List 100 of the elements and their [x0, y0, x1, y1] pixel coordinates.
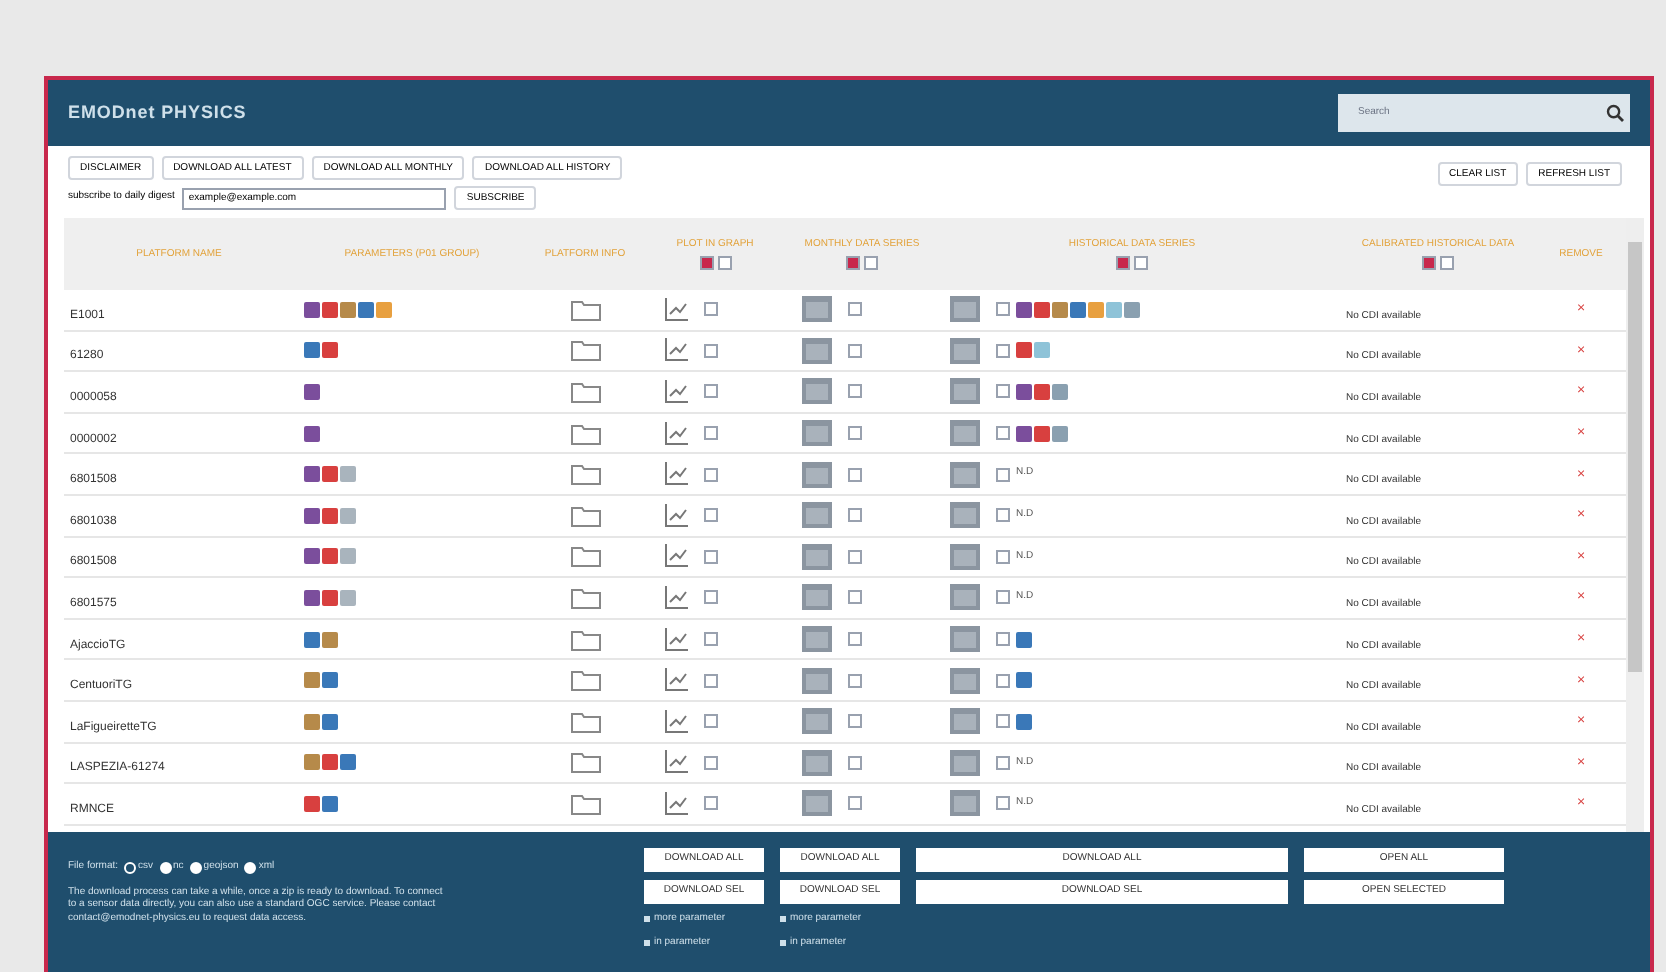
checkbox[interactable]: [996, 590, 1010, 605]
checkbox[interactable]: [704, 590, 718, 605]
checkbox[interactable]: [848, 302, 862, 317]
folder-icon[interactable]: [569, 544, 601, 569]
folder-icon[interactable]: [569, 668, 601, 693]
checkbox[interactable]: [848, 508, 862, 523]
table-icon[interactable]: [802, 626, 832, 653]
table-icon[interactable]: [950, 337, 980, 364]
checkbox[interactable]: [704, 673, 718, 688]
table-icon[interactable]: [950, 296, 980, 323]
checkbox[interactable]: [996, 508, 1010, 523]
table-icon[interactable]: [802, 296, 832, 323]
table-icon[interactable]: [802, 749, 832, 776]
table-icon[interactable]: [802, 378, 832, 405]
table-icon[interactable]: [802, 708, 832, 735]
checkbox[interactable]: [848, 590, 862, 605]
checkbox[interactable]: [996, 673, 1010, 688]
line-chart-icon[interactable]: [664, 544, 688, 569]
checkbox[interactable]: [996, 714, 1010, 729]
folder-icon[interactable]: [569, 462, 601, 487]
line-chart-icon[interactable]: [664, 668, 688, 693]
checkbox[interactable]: [704, 632, 718, 647]
checkbox[interactable]: [848, 343, 862, 358]
checkbox[interactable]: [848, 467, 862, 482]
table-icon[interactable]: [950, 543, 980, 570]
radio-button[interactable]: [189, 861, 202, 874]
line-chart-icon[interactable]: [664, 709, 688, 734]
checkbox[interactable]: [846, 255, 860, 270]
line-chart-icon[interactable]: [664, 791, 688, 816]
checkbox[interactable]: [996, 384, 1010, 399]
line-chart-icon[interactable]: [664, 379, 688, 404]
checkbox[interactable]: [704, 467, 718, 482]
table-icon[interactable]: [802, 420, 832, 447]
checkbox[interactable]: [848, 384, 862, 399]
table-icon[interactable]: [802, 790, 832, 817]
checkbox[interactable]: [704, 426, 718, 441]
checkbox[interactable]: [717, 255, 731, 270]
checkbox[interactable]: [996, 755, 1010, 770]
checkbox[interactable]: [704, 755, 718, 770]
checkbox[interactable]: [704, 796, 718, 811]
checkbox[interactable]: [848, 673, 862, 688]
table-icon[interactable]: [802, 543, 832, 570]
table-icon[interactable]: [950, 749, 980, 776]
checkbox[interactable]: [704, 343, 718, 358]
folder-icon[interactable]: [569, 585, 601, 610]
line-chart-icon[interactable]: [664, 338, 688, 363]
line-chart-icon[interactable]: [664, 750, 688, 775]
radio-button[interactable]: [124, 861, 137, 874]
checkbox[interactable]: [704, 714, 718, 729]
table-icon[interactable]: [950, 461, 980, 488]
folder-icon[interactable]: [569, 750, 601, 775]
folder-icon[interactable]: [569, 627, 601, 652]
line-chart-icon[interactable]: [664, 421, 688, 446]
folder-icon[interactable]: [569, 791, 601, 816]
folder-icon[interactable]: [569, 421, 601, 446]
table-icon[interactable]: [950, 378, 980, 405]
checkbox[interactable]: [996, 343, 1010, 358]
checkbox[interactable]: [848, 796, 862, 811]
table-icon[interactable]: [950, 502, 980, 529]
line-chart-icon[interactable]: [664, 627, 688, 652]
table-icon[interactable]: [950, 584, 980, 611]
checkbox[interactable]: [848, 632, 862, 647]
folder-icon[interactable]: [569, 338, 601, 363]
checkbox[interactable]: [1116, 255, 1130, 270]
checkbox[interactable]: [704, 302, 718, 317]
checkbox[interactable]: [704, 384, 718, 399]
table-icon[interactable]: [950, 790, 980, 817]
table-icon[interactable]: [802, 461, 832, 488]
folder-icon[interactable]: [569, 297, 601, 322]
checkbox[interactable]: [848, 426, 862, 441]
search-icon[interactable]: [1606, 104, 1624, 122]
checkbox[interactable]: [704, 549, 718, 564]
checkbox[interactable]: [848, 549, 862, 564]
checkbox[interactable]: [848, 755, 862, 770]
checkbox[interactable]: [1134, 255, 1148, 270]
line-chart-icon[interactable]: [664, 462, 688, 487]
checkbox[interactable]: [864, 255, 878, 270]
table-icon[interactable]: [950, 420, 980, 447]
checkbox[interactable]: [996, 632, 1010, 647]
folder-icon[interactable]: [569, 709, 601, 734]
scrollbar[interactable]: [1626, 218, 1644, 832]
checkbox[interactable]: [699, 255, 713, 270]
line-chart-icon[interactable]: [664, 503, 688, 528]
table-icon[interactable]: [802, 502, 832, 529]
checkbox[interactable]: [996, 302, 1010, 317]
checkbox[interactable]: [996, 426, 1010, 441]
table-icon[interactable]: [802, 667, 832, 694]
folder-icon[interactable]: [569, 503, 601, 528]
radio-button[interactable]: [244, 861, 257, 874]
line-chart-icon[interactable]: [664, 585, 688, 610]
table-icon[interactable]: [950, 708, 980, 735]
folder-icon[interactable]: [569, 379, 601, 404]
line-chart-icon[interactable]: [664, 297, 688, 322]
table-icon[interactable]: [950, 626, 980, 653]
checkbox[interactable]: [1422, 255, 1436, 270]
checkbox[interactable]: [996, 467, 1010, 482]
table-icon[interactable]: [802, 584, 832, 611]
checkbox[interactable]: [996, 549, 1010, 564]
radio-button[interactable]: [159, 861, 172, 874]
checkbox[interactable]: [848, 714, 862, 729]
